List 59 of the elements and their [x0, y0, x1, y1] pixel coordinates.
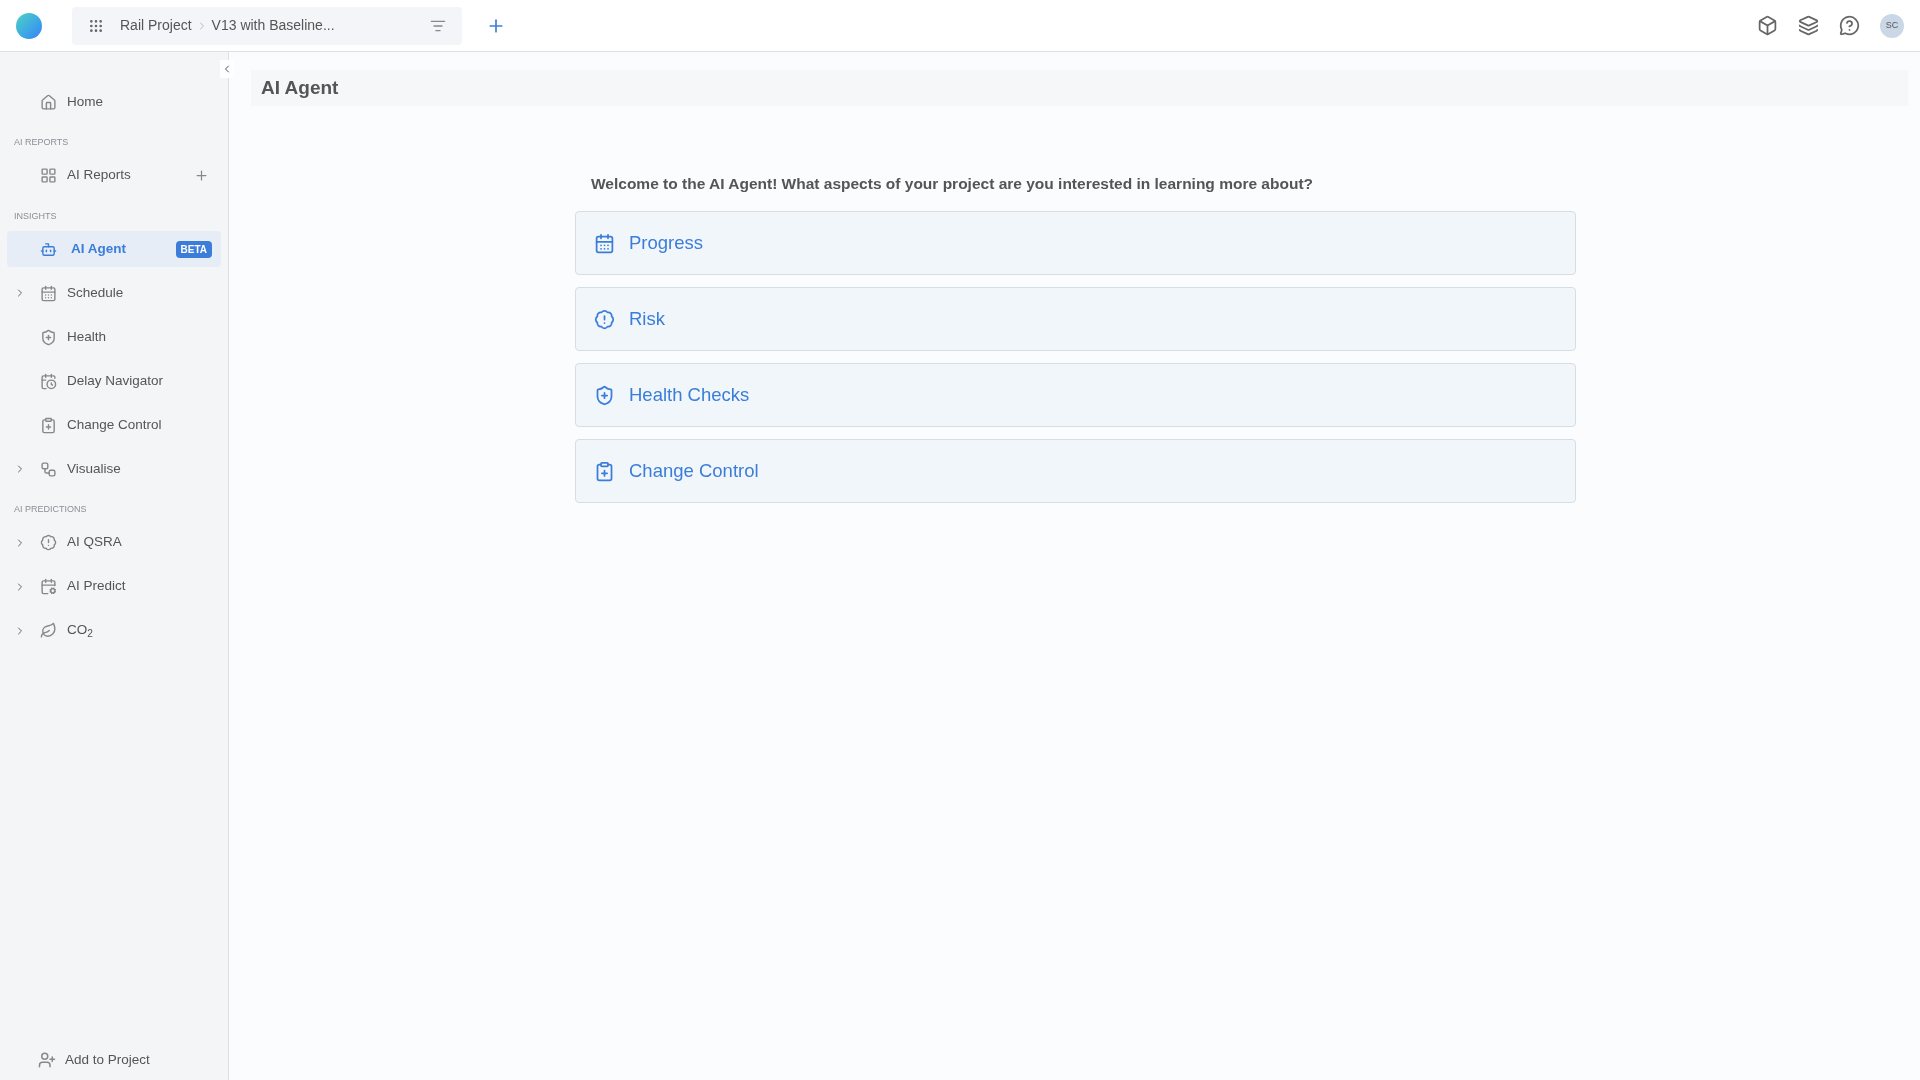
- layers-icon[interactable]: [1798, 15, 1819, 36]
- collapse-button[interactable]: [220, 60, 234, 78]
- calendar-clock-icon: [40, 372, 57, 390]
- topic-option-button[interactable]: Health Checks: [575, 363, 1576, 428]
- sidebar-label: AI QSRA: [67, 533, 122, 552]
- sidebar-item[interactable]: CO$_{2}$: [7, 612, 221, 649]
- add-user-icon: [38, 1050, 56, 1069]
- sidebar-item[interactable]: Delay Navigator: [7, 363, 221, 399]
- sidebar-label: Visualise: [67, 459, 121, 478]
- section-heading: INSIGHTS: [13, 209, 58, 223]
- sidebar-item[interactable]: Health: [7, 319, 221, 355]
- clipboard-icon: [40, 416, 57, 434]
- section-heading: AI REPORTS: [13, 136, 70, 149]
- breadcrumb-current[interactable]: V13 with Baseline...: [211, 15, 335, 36]
- sidebar-label: AI Reports: [67, 166, 131, 185]
- logo-icon[interactable]: [16, 12, 42, 39]
- badge-alert-icon: [594, 308, 615, 330]
- house-icon: [40, 93, 57, 111]
- apps-grid-icon[interactable]: [88, 17, 104, 34]
- sidebar-item[interactable]: Schedule: [7, 275, 221, 311]
- sidebar-item[interactable]: AI QSRA: [7, 524, 221, 561]
- sidebar-item[interactable]: AI Agent BETA: [7, 231, 221, 267]
- sidebar-item[interactable]: Home: [7, 84, 221, 120]
- robot-icon: [40, 240, 57, 258]
- calendar-cog-icon: [40, 578, 57, 595]
- sidebar-item[interactable]: AI Reports: [7, 157, 221, 194]
- sidebar-label: Schedule: [67, 283, 124, 302]
- breadcrumb-link[interactable]: Rail Project: [120, 15, 192, 36]
- topic-option-button[interactable]: Risk: [575, 287, 1576, 352]
- sidebar-item[interactable]: Change Control: [7, 407, 221, 443]
- add-to-project-link[interactable]: Add to Project: [65, 1049, 150, 1070]
- user-avatar[interactable]: SC: [1880, 13, 1904, 38]
- sidebar-label: Delay Navigator: [67, 371, 164, 390]
- calendar-icon: [40, 284, 57, 302]
- beta-badge: BETA: [175, 240, 212, 258]
- sidebar-label: Health: [67, 327, 107, 346]
- calendar-icon: [594, 232, 615, 254]
- topic-option-button[interactable]: Progress: [575, 211, 1576, 276]
- clipboard-icon: [594, 460, 615, 482]
- badge-alert-icon: [40, 534, 57, 551]
- grid-icon: [40, 167, 57, 184]
- sidebar-item[interactable]: AI Predict: [7, 568, 221, 605]
- network-icon: [40, 460, 57, 478]
- sidebar-label: AI Agent: [71, 239, 126, 258]
- sidebar-label: CO$_{2}$: [67, 621, 93, 641]
- section-heading: AI PREDICTIONS: [13, 503, 88, 516]
- sidebar-label: Change Control: [67, 415, 162, 434]
- shield-icon: [40, 328, 57, 346]
- page-title: AI Agent: [261, 75, 339, 100]
- shield-icon: [594, 384, 615, 406]
- leaf-icon: [40, 622, 57, 639]
- welcome-text: Welcome to the AI Agent! What aspects of your project are you interested in learning more about?: [591, 174, 1314, 194]
- sidebar-item[interactable]: Visualise: [7, 451, 221, 487]
- sidebar-label: Home: [67, 92, 103, 111]
- sidebar-label: AI Predict: [67, 577, 126, 596]
- topic-option-button[interactable]: Change Control: [575, 439, 1576, 504]
- box-icon[interactable]: [1757, 15, 1778, 36]
- help-icon[interactable]: [1839, 15, 1860, 36]
- add-icon[interactable]: [194, 168, 209, 183]
